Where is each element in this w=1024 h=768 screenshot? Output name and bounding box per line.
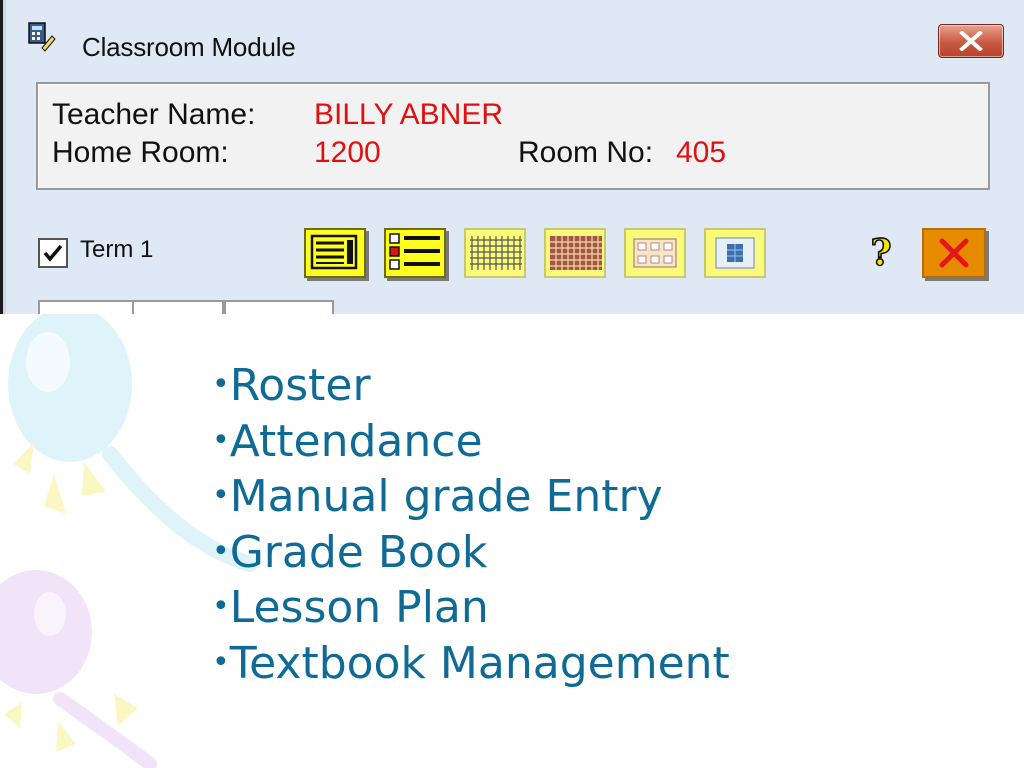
teacher-info-panel: Teacher Name: BILLY ABNER Home Room: 120… <box>36 82 990 190</box>
attendance-list-icon <box>389 233 440 270</box>
bullet-dot: • <box>212 478 230 514</box>
gradebook-button[interactable] <box>544 228 606 278</box>
bullet-item: •Roster <box>212 358 730 414</box>
toolbar: Term 1 ? <box>0 218 1024 288</box>
bullet-dot: • <box>212 589 230 625</box>
grade-entry-button[interactable] <box>464 228 526 278</box>
textbook-icon <box>715 237 755 269</box>
bullet-item: •Manual grade Entry <box>212 469 730 525</box>
teacher-name-label: Teacher Name: <box>52 98 256 131</box>
exit-button[interactable] <box>922 228 986 278</box>
roster-button[interactable] <box>304 228 366 278</box>
bullet-text: Manual grade Entry <box>229 471 663 523</box>
lesson-plan-icon <box>633 238 677 268</box>
bullet-text: Roster <box>229 360 371 411</box>
bullet-text: Attendance <box>229 415 483 467</box>
lesson-plan-button[interactable] <box>624 228 686 278</box>
grid-icon <box>470 236 522 270</box>
feature-bullet-list: •Roster •Attendance •Manual grade Entry •Gr… <box>212 358 730 692</box>
red-x-icon <box>939 238 969 268</box>
bullet-dot: • <box>212 644 230 680</box>
bullet-dot: • <box>212 422 230 458</box>
bullet-text: Grade Book <box>229 526 488 578</box>
window-title: Classroom Module <box>82 32 296 62</box>
bullet-item: •Textbook Management <box>212 636 730 692</box>
bullet-dot: • <box>212 533 230 569</box>
window-close-button[interactable] <box>938 24 1004 58</box>
title-bar[interactable]: Classroom Module <box>6 8 1018 70</box>
help-button[interactable]: ? <box>864 231 898 275</box>
home-room-label: Home Room: <box>52 136 229 169</box>
roster-icon <box>310 234 358 270</box>
bullet-item: •Grade Book <box>212 525 730 581</box>
textbook-button[interactable] <box>704 228 766 278</box>
teacher-name-value: BILLY ABNER <box>314 98 503 131</box>
classroom-module-window: Classroom Module Teacher Name: BILLY ABN… <box>0 0 1024 314</box>
bullet-text: Lesson Plan <box>229 582 489 634</box>
svg-text:?: ? <box>870 232 891 272</box>
home-room-value: 1200 <box>314 136 381 169</box>
bullet-dot: • <box>212 367 230 402</box>
room-no-value: 405 <box>676 136 727 169</box>
bullet-text: Textbook Management <box>229 637 730 689</box>
tab-stub-1[interactable] <box>38 300 134 314</box>
gradebook-icon <box>550 236 602 270</box>
tab-stub-2[interactable] <box>132 300 224 314</box>
bullet-item: •Attendance <box>212 414 730 470</box>
bullet-item: •Lesson Plan <box>212 580 730 636</box>
term-label: Term 1 <box>80 236 154 263</box>
attendance-button[interactable] <box>384 228 446 278</box>
room-no-label: Room No: <box>518 136 654 169</box>
term-checkbox[interactable] <box>38 238 68 268</box>
close-icon <box>959 31 983 51</box>
checkmark-icon <box>43 244 63 262</box>
question-mark-icon: ? <box>870 231 893 275</box>
calculator-app-icon <box>28 22 56 52</box>
tab-stub-3[interactable] <box>224 300 334 314</box>
